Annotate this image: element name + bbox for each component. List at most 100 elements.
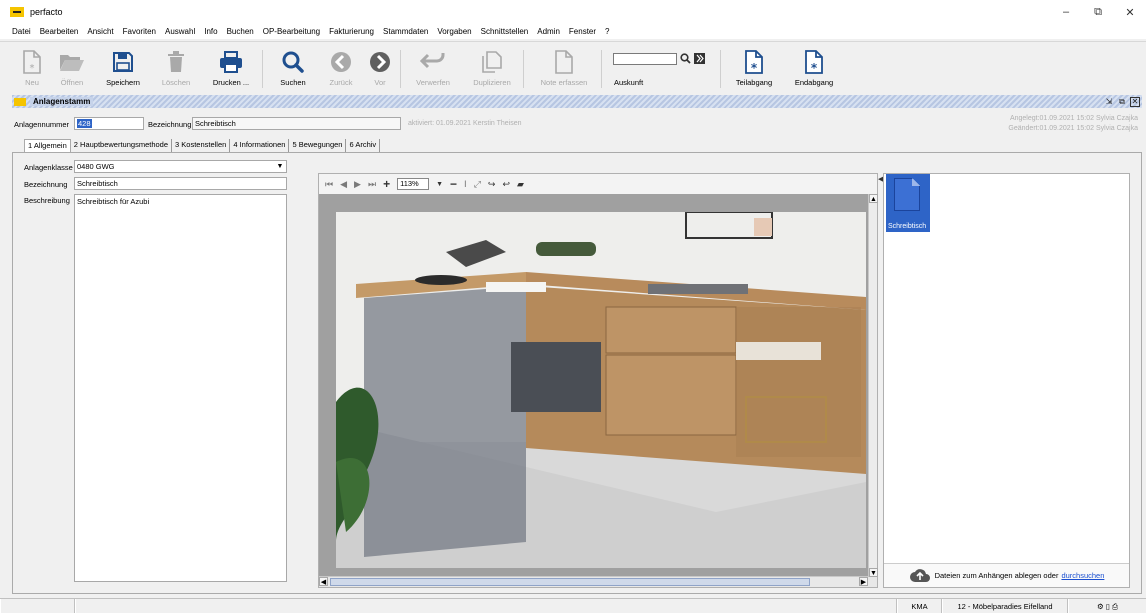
toolbar-separator [523,50,524,88]
tab-hauptbewertungsmethode[interactable]: 2 Hauptbewertungsmethode [71,139,173,152]
tab-kostenstellen[interactable]: 3 Kostenstellen [172,139,231,152]
save-button[interactable]: Speichern [93,48,153,90]
maximize-panel-icon[interactable]: ⧉ [1117,97,1127,107]
menu-favoriten[interactable]: Favoriten [123,27,156,36]
teilabgang-button[interactable]: * Teilabgang [724,48,784,90]
app-logo-icon [10,7,24,17]
attachment-name: Schreibtisch [888,223,927,230]
search-icon [282,48,304,76]
menu-ansicht[interactable]: Ansicht [87,27,113,36]
note-button[interactable]: Note erfassen [534,48,594,90]
menu-op-bearbeitung[interactable]: OP-Bearbeitung [263,27,320,36]
tab-informationen[interactable]: 4 Informationen [230,139,290,152]
menu-help[interactable]: ? [605,27,609,36]
zoom-dropdown-icon[interactable]: ▼ [436,181,443,188]
panel-title: Anlagenstamm [30,97,94,106]
auskunft-search-icon[interactable] [680,53,691,66]
open-folder-icon[interactable]: ▰ [517,179,524,190]
menu-stammdaten[interactable]: Stammdaten [383,27,428,36]
trash-icon [167,48,185,76]
attachment-item[interactable]: Schreibtisch [886,174,930,232]
zoom-select[interactable]: 113% [397,178,430,190]
menu-fakturierung[interactable]: Fakturierung [329,27,374,36]
window-title: perfacto [30,7,63,17]
menu-vorgaben[interactable]: Vorgaben [437,27,471,36]
endabgang-button[interactable]: * Endabgang [784,48,844,90]
beschreibung-textarea[interactable]: Schreibtisch für Azubi [74,194,287,582]
restore-button[interactable]: ⧉ [1082,0,1114,24]
undo-arrow-icon [420,48,446,76]
header-bezeichnung-field[interactable]: Schreibtisch [192,117,401,130]
tab-bewegungen[interactable]: 5 Bewegungen [289,139,347,152]
discard-button[interactable]: Verwerfen [403,48,463,90]
drop-zone[interactable]: Dateien zum Anhängen ablegen oder durchs… [884,563,1129,587]
desk-photo-image [336,211,866,568]
network-icon[interactable]: ⚙ [1097,602,1104,611]
document-viewer: ⏮ ◀ ▶ ⏭ + 113% ▼ − Ⅰ ⤢ ↪ ↩ ▰ ▲ ▼ ◀ ▶ [318,173,878,588]
auskunft-input[interactable] [613,53,677,65]
browse-link[interactable]: durchsuchen [1061,571,1104,580]
folder-open-icon [59,48,85,76]
endabgang-document-icon: * [804,48,824,76]
print-small-icon[interactable]: ⎙ [1112,602,1118,611]
chevron-down-icon[interactable]: ▼ [275,162,285,171]
menu-info[interactable]: Info [204,27,217,36]
duplicate-button[interactable]: Duplizieren [462,48,522,90]
viewer-canvas[interactable] [319,194,868,577]
viewer-horizontal-scrollbar[interactable]: ◀ ▶ [319,576,868,587]
tab-bar: 1 Allgemein 2 Hauptbewertungsmethode 3 K… [24,139,381,152]
menu-schnittstellen[interactable]: Schnittstellen [481,27,529,36]
anlagenklasse-select[interactable]: 0480 GWG ▼ [74,160,287,173]
rotate-right-icon[interactable]: ↪ [488,179,496,190]
close-button[interactable]: ✕ [1114,0,1146,24]
zoom-out-icon[interactable]: − [450,177,457,191]
rotate-left-icon[interactable]: ↩ [502,179,510,190]
window-controls: – ⧉ ✕ [1050,0,1146,24]
printer-icon [219,48,243,76]
menu-bar: Datei Bearbeiten Ansicht Favoriten Auswa… [0,24,1146,39]
last-page-icon[interactable]: ⏭ [368,179,376,190]
status-cell-empty [0,599,75,613]
horizontal-scroll-thumb[interactable] [330,578,810,586]
text-select-icon[interactable]: Ⅰ [464,179,467,190]
minimize-button[interactable]: – [1050,0,1082,24]
scroll-left-icon[interactable]: ◀ [319,577,328,586]
zoom-in-icon[interactable]: + [383,177,390,191]
menu-bearbeiten[interactable]: Bearbeiten [40,27,79,36]
viewer-vertical-scrollbar[interactable]: ▲ ▼ [868,194,878,577]
fit-page-icon[interactable]: ⤢ [474,179,481,190]
status-cell-message [75,599,897,613]
svg-text:*: * [751,61,758,74]
status-icons: ⚙ ▯ ⎙ [1068,599,1146,613]
scroll-up-icon[interactable]: ▲ [869,194,878,203]
teilabgang-document-icon: * [744,48,764,76]
scroll-down-icon[interactable]: ▼ [869,568,878,577]
toolbar-separator [601,50,602,88]
anlagennummer-label: Anlagennummer [14,120,70,129]
menu-datei[interactable]: Datei [12,27,31,36]
undock-icon[interactable]: ⇲ [1104,97,1114,107]
drop-zone-text: Dateien zum Anhängen ablegen oder [934,571,1059,580]
tab-allgemein[interactable]: 1 Allgemein [24,139,71,152]
menu-buchen[interactable]: Buchen [227,27,254,36]
forward-button[interactable]: Vor [350,48,410,90]
status-company: 12 - Möbelparadies Eifelland [942,599,1068,613]
delete-button[interactable]: Löschen [146,48,206,90]
header-bezeichnung-label: Bezeichnung [148,120,192,129]
scroll-right-icon[interactable]: ▶ [859,577,868,586]
auskunft-go-icon[interactable] [694,53,705,64]
anlagennummer-field[interactable]: 428 [74,117,144,130]
bezeichnung-field[interactable]: Schreibtisch [74,177,287,190]
document-small-icon[interactable]: ▯ [1106,602,1110,611]
title-bar: perfacto – ⧉ ✕ [0,0,1146,24]
previous-page-icon[interactable]: ◀ [340,179,347,190]
print-button[interactable]: Drucken ... [201,48,261,90]
tab-archiv[interactable]: 6 Archiv [346,139,381,152]
menu-fenster[interactable]: Fenster [569,27,596,36]
menu-auswahl[interactable]: Auswahl [165,27,195,36]
document-icon [894,178,920,211]
close-panel-icon[interactable]: ✕ [1130,96,1140,107]
first-page-icon[interactable]: ⏮ [325,179,333,190]
next-page-icon[interactable]: ▶ [354,179,361,190]
menu-admin[interactable]: Admin [537,27,560,36]
